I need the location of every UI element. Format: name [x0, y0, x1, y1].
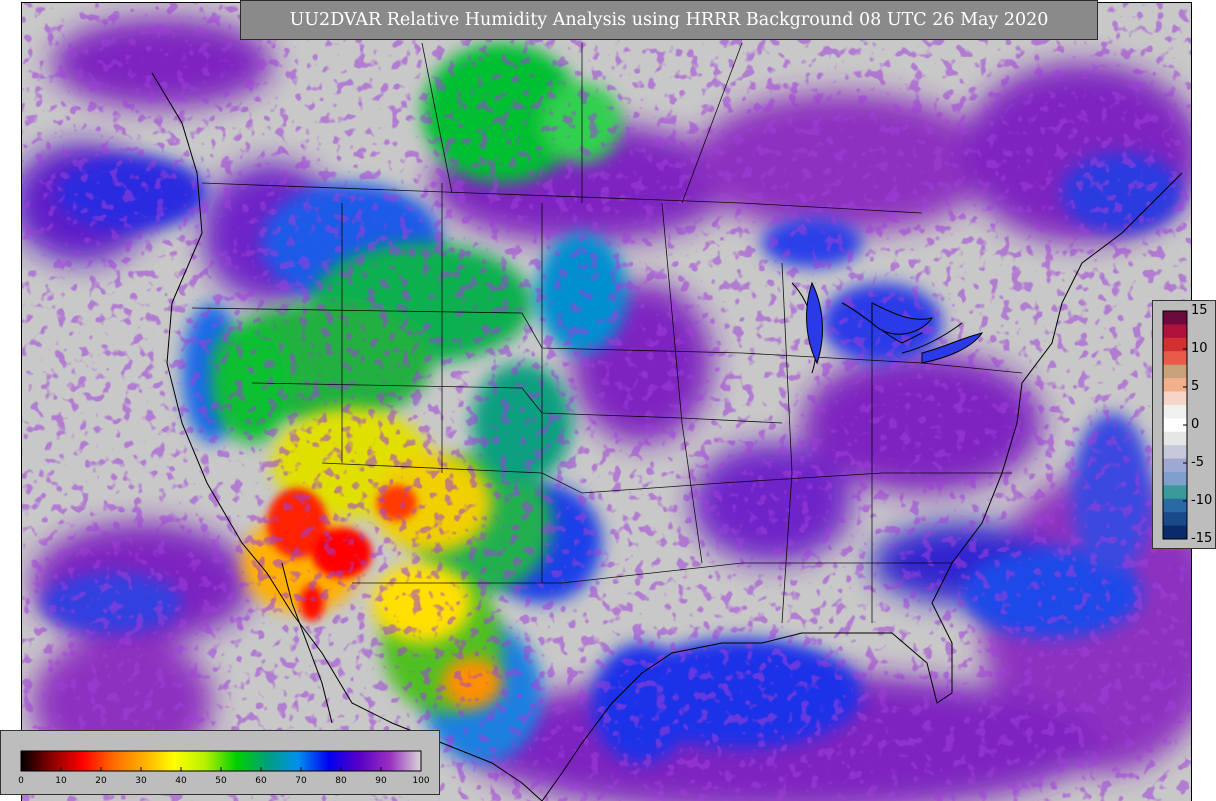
- rh-colorbar-tick-label: 90: [375, 776, 387, 786]
- diff-colorbar-tick-label: 15: [1191, 303, 1208, 318]
- diff-colorbar-swatch: [1163, 364, 1187, 379]
- diff-colorbar-swatch: [1163, 431, 1187, 446]
- diff-colorbar-swatch: [1163, 445, 1187, 460]
- diff-colorbar-tick-label: 0: [1191, 417, 1200, 432]
- diff-colorbar-swatch: [1163, 378, 1187, 392]
- diff-colorbar-swatch: [1163, 525, 1187, 540]
- rh-colorbar: 0 10 20 30 40 50 60 70 80 90 100: [0, 730, 440, 795]
- diff-colorbar-tick-label: -5: [1191, 455, 1204, 470]
- rh-colorbar-gradient: [20, 750, 422, 772]
- diff-colorbar-swatch: [1163, 351, 1187, 366]
- rh-colorbar-tick-label: 60: [255, 776, 267, 786]
- diff-colorbar-tick-label: 5: [1191, 379, 1200, 394]
- diff-colorbar-swatch: [1163, 391, 1187, 406]
- diff-colorbar-swatch: [1163, 485, 1187, 500]
- rh-colorbar-tick-label: 70: [295, 776, 307, 786]
- diff-colorbar-swatch: [1163, 404, 1187, 419]
- difference-colorbar-swatches: [1162, 310, 1188, 540]
- map-title: UU2DVAR Relative Humidity Analysis using…: [240, 0, 1098, 40]
- diff-colorbar-tick-label: 10: [1191, 341, 1208, 356]
- rh-colorbar-tick-label: 0: [18, 776, 24, 786]
- rh-colorbar-tick-label: 30: [135, 776, 147, 786]
- diff-colorbar-swatch: [1163, 324, 1187, 339]
- diff-colorbar-tick-label: -10: [1191, 493, 1213, 508]
- difference-colorbar: 15 10 5 0 -5 -10 -15: [1152, 300, 1216, 549]
- rh-colorbar-tick-label: 50: [215, 776, 227, 786]
- diff-colorbar-swatch: [1163, 311, 1187, 325]
- rh-colorbar-tick-label: 40: [175, 776, 187, 786]
- diff-colorbar-swatch: [1163, 471, 1187, 486]
- rh-colorbar-tick-label: 80: [335, 776, 347, 786]
- diff-colorbar-tick-label: -15: [1191, 531, 1213, 546]
- diff-colorbar-swatch: [1163, 512, 1187, 527]
- diff-colorbar-swatch: [1163, 458, 1187, 473]
- relative-humidity-field: [22, 3, 1191, 801]
- map-panel: [21, 2, 1192, 801]
- diff-colorbar-swatch: [1163, 337, 1187, 352]
- rh-colorbar-tick-label: 100: [412, 776, 430, 786]
- rh-colorbar-tick-label: 20: [95, 776, 107, 786]
- rh-colorbar-tick-label: 10: [55, 776, 67, 786]
